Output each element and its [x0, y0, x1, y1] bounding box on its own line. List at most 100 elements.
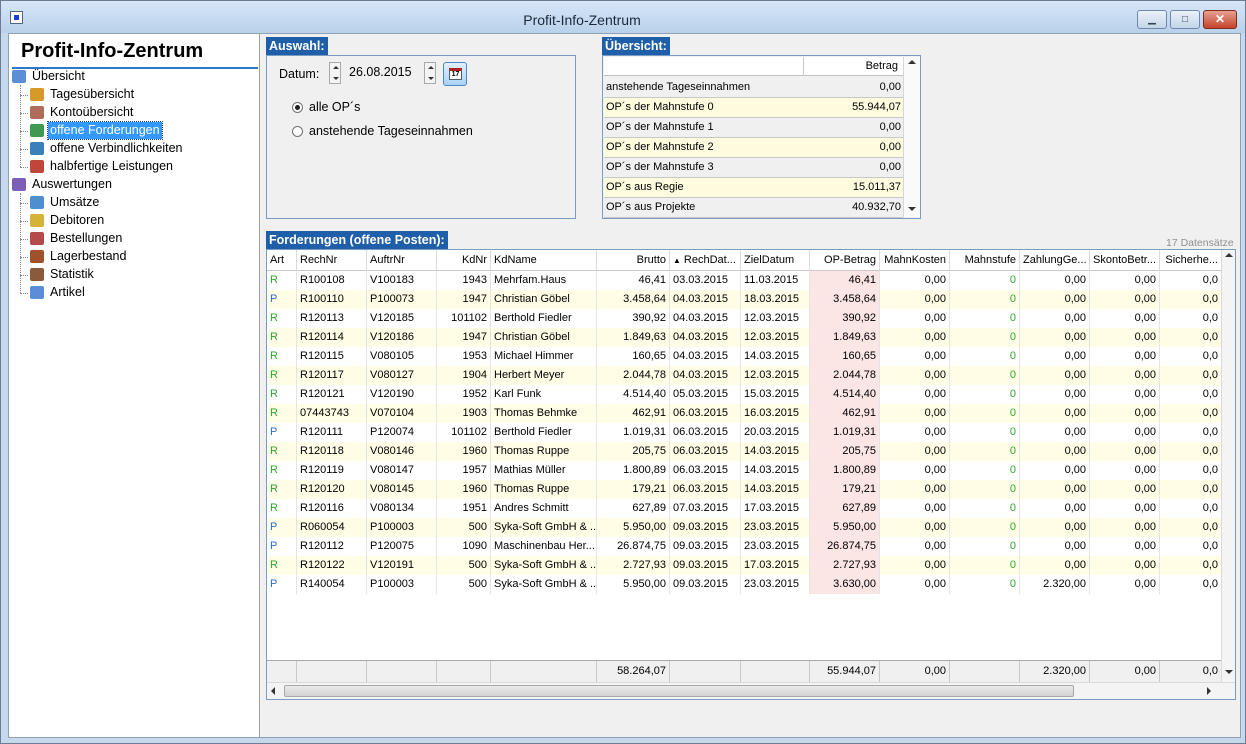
table-row[interactable]: R R120114 V120186 1947 Christian Göbel 1.849,…: [267, 328, 1222, 347]
nav-item-label: Umsätze: [50, 195, 100, 209]
scroll-right-icon[interactable]: [1207, 687, 1211, 695]
table-cell: R140054: [297, 575, 367, 594]
table-row[interactable]: R R120118 V080146 1960 Thomas Ruppe 205,75 06.…: [267, 442, 1222, 461]
column-header-auftrnr[interactable]: AuftrNr: [367, 250, 437, 271]
table-cell: 1960: [437, 480, 491, 499]
table-cell: 09.03.2015: [670, 556, 741, 575]
uebersicht-row[interactable]: anstehende Tageseinnahmen 0,00: [604, 77, 903, 98]
scroll-up-icon[interactable]: [1225, 253, 1233, 257]
table-row[interactable]: P R120112 P120075 1090 Maschinenbau Her... 26…: [267, 537, 1222, 556]
table-cell: P100073: [367, 290, 437, 309]
column-header-rechnr[interactable]: RechNr: [297, 250, 367, 271]
calendar-button[interactable]: 17: [443, 62, 467, 86]
table-row[interactable]: P R060054 P100003 500 Syka-Soft GmbH & ... 5.…: [267, 518, 1222, 537]
table-row[interactable]: R R120115 V080105 1953 Michael Himmer 160,65 0…: [267, 347, 1222, 366]
table-row[interactable]: R 07443743 V070104 1903 Thomas Behmke 462,91 0…: [267, 404, 1222, 423]
column-header-mahnkosten[interactable]: MahnKosten: [880, 250, 950, 271]
uebersicht-row-label: OP´s aus Projekte: [604, 197, 803, 218]
column-header-skontobetr[interactable]: SkontoBetr...: [1090, 250, 1160, 271]
table-row[interactable]: R R120113 V120185 101102 Berthold Fiedler 390…: [267, 309, 1222, 328]
table-cell: 0,00: [880, 499, 950, 518]
table-row[interactable]: P R140054 P100003 500 Syka-Soft GmbH & ... 5.…: [267, 575, 1222, 594]
horizontal-scroll-thumb[interactable]: [284, 685, 1074, 697]
table-cell: V100183: [367, 271, 437, 290]
uebersicht-row[interactable]: OP´s der Mahnstufe 0 55.944,07: [604, 97, 903, 118]
auswahl-panel: Datum: 17 alle OP´s anstehende Tageseinn…: [266, 55, 576, 219]
auswahl-title: Auswahl:: [266, 37, 328, 55]
table-row[interactable]: R R120116 V080134 1951 Andres Schmitt 627,89 0…: [267, 499, 1222, 518]
uebersicht-row[interactable]: OP´s aus Regie 15.011,37: [604, 177, 903, 198]
table-cell: 16.03.2015: [741, 404, 810, 423]
uebersicht-scrollbar[interactable]: [903, 57, 920, 217]
uebersicht-row[interactable]: OP´s der Mahnstufe 2 0,00: [604, 137, 903, 158]
table-row[interactable]: R R120122 V120191 500 Syka-Soft GmbH & ... 2.…: [267, 556, 1222, 575]
nav-item-label: Kontoübersicht: [50, 105, 134, 119]
table-cell: 1947: [437, 328, 491, 347]
table-cell: 06.03.2015: [670, 480, 741, 499]
nav-item-label: halbfertige Leistungen: [50, 159, 174, 173]
radio-tageseinnahmen[interactable]: [292, 126, 303, 137]
table-cell: 0,00: [880, 290, 950, 309]
maximize-button[interactable]: □: [1170, 10, 1200, 29]
nav-item-label: Bestellungen: [50, 231, 123, 245]
column-header-kdname[interactable]: KdName: [491, 250, 597, 271]
title-bar[interactable]: Profit-Info-Zentrum ▁ □ ✕: [1, 1, 1245, 33]
table-cell: P120074: [367, 423, 437, 442]
table-row[interactable]: R R100108 V100183 1943 Mehrfam.Haus 46,41 03.0…: [267, 271, 1222, 290]
column-header-art[interactable]: Art: [267, 250, 297, 271]
table-row[interactable]: R R120119 V080147 1957 Mathias Müller 1.800,8…: [267, 461, 1222, 480]
scroll-left-icon[interactable]: [271, 687, 275, 695]
table-cell: 20.03.2015: [741, 423, 810, 442]
radio-tageseinnahmen-label[interactable]: anstehende Tageseinnahmen: [309, 124, 473, 138]
uebersicht-table: anstehende Tageseinnahmen 0,00 OP´s der Ma…: [604, 77, 903, 218]
nav-item-label: Statistik: [50, 267, 94, 281]
table-row[interactable]: P R120111 P120074 101102 Berthold Fiedler 1.0…: [267, 423, 1222, 442]
table-row[interactable]: R R120117 V080127 1904 Herbert Meyer 2.044,78…: [267, 366, 1222, 385]
table-cell: 0: [950, 309, 1020, 328]
table-cell: 179,21: [597, 480, 670, 499]
column-header-rechdat[interactable]: ▲ RechDat...: [670, 250, 741, 271]
radio-alle-ops[interactable]: [292, 102, 303, 113]
column-header-sicherhe[interactable]: Sicherhe...: [1160, 250, 1222, 271]
table-cell: R: [267, 499, 297, 518]
close-button[interactable]: ✕: [1203, 10, 1237, 29]
table-row[interactable]: R R120121 V120190 1952 Karl Funk 4.514,40 05.0…: [267, 385, 1222, 404]
date-field[interactable]: [349, 62, 423, 82]
table-cell: 0,0: [1160, 290, 1222, 309]
uebersicht-row[interactable]: OP´s der Mahnstufe 1 0,00: [604, 117, 903, 138]
table-cell: 4.514,40: [597, 385, 670, 404]
table-cell: 0: [950, 480, 1020, 499]
column-header-label: RechDat...: [683, 254, 736, 266]
table-cell: 1903: [437, 404, 491, 423]
uebersicht-row-label: OP´s der Mahnstufe 3: [604, 157, 803, 178]
scroll-down-icon[interactable]: [1225, 670, 1233, 674]
uebersicht-row[interactable]: OP´s aus Projekte 40.932,70: [604, 197, 903, 218]
scroll-up-icon[interactable]: [908, 60, 916, 64]
grid-footer-totals: 58.264,07 55.944,07 0,00 2.320,00 0,00 0,0: [267, 660, 1222, 682]
column-header-zahlungge[interactable]: ZahlungGe...: [1020, 250, 1090, 271]
date-spin-left[interactable]: [329, 62, 341, 84]
column-header-kdnr[interactable]: KdNr: [437, 250, 491, 271]
date-spin-right[interactable]: [424, 62, 436, 84]
table-cell: 0,0: [1160, 328, 1222, 347]
uebersicht-betrag-header[interactable]: Betrag: [804, 57, 901, 76]
table-cell: 0,00: [1090, 461, 1160, 480]
column-header-mahnstufe[interactable]: Mahnstufe: [950, 250, 1020, 271]
table-cell: 0,00: [880, 575, 950, 594]
radio-alle-ops-label[interactable]: alle OP´s: [309, 100, 360, 114]
grid-horizontal-scrollbar[interactable]: [267, 682, 1235, 699]
uebersicht-row[interactable]: OP´s der Mahnstufe 3 0,00: [604, 157, 903, 178]
table-row[interactable]: R R120120 V080145 1960 Thomas Ruppe 179,21 06.…: [267, 480, 1222, 499]
grid-vertical-scrollbar[interactable]: [1221, 250, 1235, 682]
scroll-down-icon[interactable]: [908, 207, 916, 211]
column-header-opbetrag[interactable]: OP-Betrag: [810, 250, 880, 271]
column-header-brutto[interactable]: Brutto: [597, 250, 670, 271]
table-cell: P: [267, 423, 297, 442]
table-cell: 0,00: [1020, 480, 1090, 499]
table-cell: 0,0: [1160, 366, 1222, 385]
table-row[interactable]: P R100110 P100073 1947 Christian Göbel 3.458,…: [267, 290, 1222, 309]
table-cell: P100003: [367, 518, 437, 537]
minimize-button[interactable]: ▁: [1137, 10, 1167, 29]
column-header-zieldatum[interactable]: ZielDatum: [741, 250, 810, 271]
table-cell: Karl Funk: [491, 385, 597, 404]
